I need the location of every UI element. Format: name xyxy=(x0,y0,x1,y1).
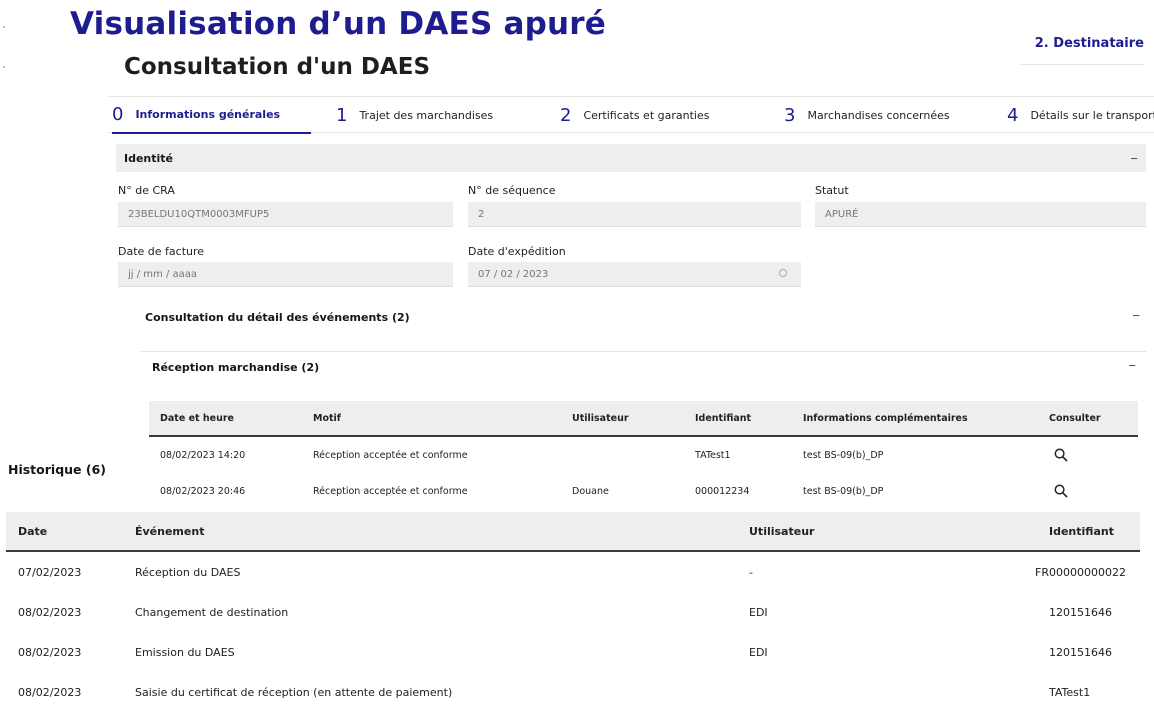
identity-section-header[interactable]: Identité − xyxy=(116,144,1146,172)
column-header: Événement xyxy=(135,524,205,538)
sequence-value: 2 xyxy=(478,208,485,220)
shipping-date-field[interactable]: 07 / 02 / 2023 xyxy=(468,262,801,287)
step-number: 0 xyxy=(112,104,124,125)
step-goods-route[interactable]: 1 Trajet des marchandises xyxy=(336,97,493,133)
step-number: 1 xyxy=(336,104,348,126)
cell-event: Changement de destination xyxy=(135,605,289,619)
table-row: 08/02/2023 Emission du DAES EDI 12015164… xyxy=(6,632,1140,672)
table-row: 07/02/2023 Réception du DAES - FR0000000… xyxy=(6,552,1140,592)
cell-motif: Réception acceptée et conforme xyxy=(313,485,468,497)
column-header: Motif xyxy=(313,412,341,424)
step-goods[interactable]: 3 Marchandises concernées xyxy=(784,97,950,133)
cell-event: Emission du DAES xyxy=(135,645,235,659)
step-transport[interactable]: 4 Détails sur le transport xyxy=(1007,97,1154,133)
column-header: Utilisateur xyxy=(572,412,629,424)
events-divider xyxy=(141,351,1146,352)
table-row: 08/02/2023 Changement de destination EDI… xyxy=(6,592,1140,632)
column-header: Identifiant xyxy=(1049,524,1114,538)
cell-identifier: TATest1 xyxy=(695,449,731,461)
sequence-label: N° de séquence xyxy=(468,184,556,197)
cell-identifier: TATest1 xyxy=(1049,685,1091,699)
cell-datetime: 08/02/2023 14:20 xyxy=(160,449,246,461)
cell-user: Douane xyxy=(572,485,609,497)
step-general-info[interactable]: 0 Informations générales xyxy=(112,97,311,134)
cell-date: 08/02/2023 xyxy=(18,605,82,619)
step-number: 3 xyxy=(784,104,796,126)
page-subtitle: Consultation d'un DAES xyxy=(124,54,431,80)
cell-identifier: 120151646 xyxy=(1049,645,1112,659)
cell-user: EDI xyxy=(749,605,768,619)
cell-identifier: 000012234 xyxy=(695,485,750,497)
step-navigation: 0 Informations générales 1 Trajet des ma… xyxy=(108,96,1154,134)
destination-divider xyxy=(1020,64,1144,65)
cell-event: Saisie du certificat de réception (en at… xyxy=(135,685,453,699)
shipping-date-label: Date d'expédition xyxy=(468,245,566,258)
column-header: Date xyxy=(18,524,48,538)
column-header: Informations complémentaires xyxy=(803,412,968,424)
table-row: 08/02/2023 Saisie du certificat de récep… xyxy=(6,672,1140,712)
step-number: 4 xyxy=(1007,104,1019,126)
reception-section-title[interactable]: Réception marchandise (2) xyxy=(152,361,319,374)
table-header: Date et heure Motif Utilisateur Identifi… xyxy=(149,401,1138,437)
cell-date: 08/02/2023 xyxy=(18,685,82,699)
edge-mark xyxy=(3,26,5,28)
cell-info: test BS-09(b)_DP xyxy=(803,485,884,497)
identity-section-title: Identité xyxy=(124,151,174,165)
cell-event: Réception du DAES xyxy=(135,565,241,579)
cra-value: 23BELDU10QTM0003MFUP5 xyxy=(128,208,270,220)
cra-field[interactable]: 23BELDU10QTM0003MFUP5 xyxy=(118,202,453,227)
invoice-date-placeholder: jj / mm / aaaa xyxy=(128,268,198,280)
table-row: 08/02/2023 14:20 Réception acceptée et c… xyxy=(149,437,1138,473)
events-section-title[interactable]: Consultation du détail des événements (2… xyxy=(145,311,410,324)
consult-button[interactable] xyxy=(1054,473,1068,509)
cell-user: - xyxy=(749,565,753,579)
column-header: Consulter xyxy=(1049,412,1101,424)
step-label: Certificats et garanties xyxy=(583,108,710,122)
shipping-date-value: 07 / 02 / 2023 xyxy=(478,268,549,280)
column-header: Identifiant xyxy=(695,412,752,424)
status-label: Statut xyxy=(815,184,849,197)
search-icon[interactable] xyxy=(1054,448,1068,462)
history-title: Historique (6) xyxy=(8,462,106,477)
collapse-icon[interactable]: − xyxy=(1130,151,1138,166)
invoice-date-field[interactable]: jj / mm / aaaa xyxy=(118,262,453,287)
step-label: Détails sur le transport xyxy=(1030,108,1154,122)
sequence-field[interactable]: 2 xyxy=(468,202,801,227)
cell-motif: Réception acceptée et conforme xyxy=(313,449,468,461)
status-field[interactable]: APURÉ xyxy=(815,202,1146,227)
table-header: Date Événement Utilisateur Identifiant xyxy=(6,512,1140,552)
status-value: APURÉ xyxy=(825,208,859,220)
reception-table: Date et heure Motif Utilisateur Identifi… xyxy=(149,401,1138,509)
cell-user: EDI xyxy=(749,645,768,659)
destination-step-link[interactable]: 2. Destinataire xyxy=(1035,36,1144,51)
cell-info: test BS-09(b)_DP xyxy=(803,449,884,461)
cell-date: 07/02/2023 xyxy=(18,565,82,579)
column-header: Utilisateur xyxy=(749,524,815,538)
page-title: Visualisation d’un DAES apuré xyxy=(70,6,606,42)
edge-mark xyxy=(3,66,5,68)
cell-datetime: 08/02/2023 20:46 xyxy=(160,485,246,497)
step-number: 2 xyxy=(560,104,572,126)
step-label: Informations générales xyxy=(135,108,281,121)
cell-identifier: FR00000000022 xyxy=(1035,565,1126,579)
invoice-date-label: Date de facture xyxy=(118,245,205,258)
cra-label: N° de CRA xyxy=(118,184,175,197)
collapse-icon[interactable]: − xyxy=(1132,308,1140,323)
search-icon[interactable] xyxy=(1054,484,1068,498)
cell-identifier: 120151646 xyxy=(1049,605,1112,619)
step-label: Marchandises concernées xyxy=(807,108,950,122)
table-row: 08/02/2023 20:46 Réception acceptée et c… xyxy=(149,473,1138,509)
column-header: Date et heure xyxy=(160,412,234,424)
collapse-icon[interactable]: − xyxy=(1128,358,1136,373)
clear-date-icon[interactable] xyxy=(779,269,787,277)
step-label: Trajet des marchandises xyxy=(359,108,494,122)
consult-button[interactable] xyxy=(1054,437,1068,473)
history-table: Date Événement Utilisateur Identifiant 0… xyxy=(6,512,1140,712)
step-certificates[interactable]: 2 Certificats et garanties xyxy=(560,97,709,133)
cell-date: 08/02/2023 xyxy=(18,645,82,659)
